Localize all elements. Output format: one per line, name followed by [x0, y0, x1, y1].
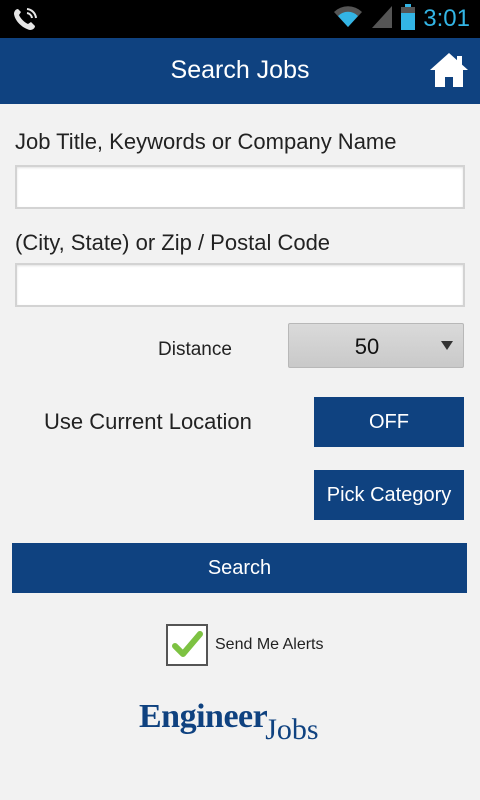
location-label: (City, State) or Zip / Postal Code [15, 230, 331, 255]
home-button[interactable] [428, 50, 470, 90]
keywords-input[interactable] [15, 165, 465, 209]
page-title: Search Jobs [170, 56, 310, 84]
logo-word-1: Engineer [139, 698, 268, 735]
app-bar: Search Jobs [0, 38, 480, 104]
distance-value: 50 [354, 334, 380, 359]
alerts-label: Send Me Alerts [215, 636, 324, 653]
alerts-checkbox[interactable] [166, 624, 208, 666]
dropdown-arrow-icon [441, 341, 453, 350]
distance-label: Distance [158, 339, 232, 360]
home-icon [430, 53, 468, 87]
logo-word-2: Jobs [265, 713, 319, 746]
battery-icon [401, 4, 416, 34]
engineer-jobs-logo: EngineerJobs [139, 698, 319, 746]
keywords-label: Job Title, Keywords or Company Name [15, 129, 397, 154]
clock-time: 3:01 [423, 5, 470, 32]
search-button[interactable]: Search [12, 543, 467, 593]
distance-select[interactable]: 50 [288, 323, 464, 368]
current-location-label: Use Current Location [44, 409, 252, 434]
pick-category-button[interactable]: Pick Category [314, 470, 464, 520]
current-location-toggle[interactable]: OFF [314, 397, 464, 447]
phone-call-icon [12, 6, 40, 36]
checkmark-icon [172, 631, 203, 657]
wifi-icon [333, 5, 363, 33]
location-input[interactable] [15, 263, 465, 307]
status-bar: 3:01 [0, 0, 480, 38]
cell-signal-icon [371, 5, 393, 33]
